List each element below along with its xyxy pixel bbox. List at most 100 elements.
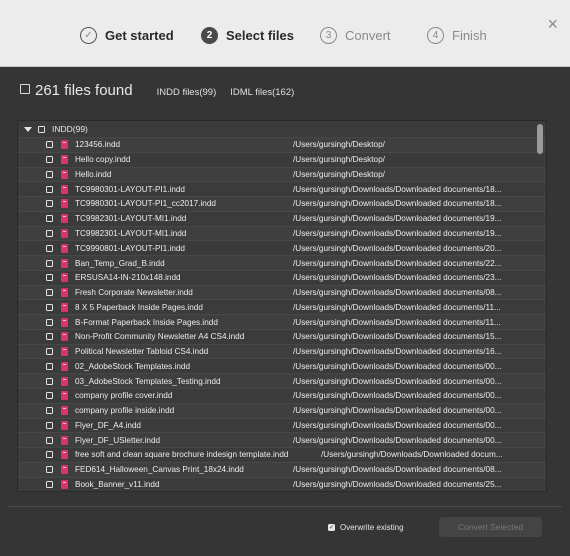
file-row[interactable]: free soft and clean square brochure inde… bbox=[18, 447, 546, 462]
file-row[interactable]: ERSUSA14-IN-210x148.indd/Users/gursingh/… bbox=[18, 269, 546, 285]
wizard-steps: ✓ Get started 2 Select files 3 Convert 4… bbox=[0, 0, 570, 67]
filter-idml-files[interactable]: IDML files(162) bbox=[230, 87, 294, 98]
indd-file-icon bbox=[61, 406, 68, 416]
file-row[interactable]: Ban_Temp_Grad_B.indd/Users/gursingh/Down… bbox=[18, 255, 546, 270]
file-checkbox[interactable] bbox=[46, 274, 53, 282]
step-number-icon: 2 bbox=[201, 26, 218, 44]
file-name: Flyer_DF_A4.indd bbox=[75, 420, 141, 430]
checkbox-checked-icon[interactable]: ✓ bbox=[328, 524, 335, 531]
indd-file-icon bbox=[61, 347, 68, 357]
convert-selected-button[interactable]: Convert Selected bbox=[439, 517, 542, 537]
step-convert: 3 Convert bbox=[320, 24, 391, 46]
file-row[interactable]: TC9982301-LAYOUT-MI1.indd/Users/gursingh… bbox=[18, 225, 546, 241]
file-path: /Users/gursingh/Downloads/Downloaded doc… bbox=[293, 361, 502, 371]
caret-down-icon[interactable] bbox=[24, 126, 32, 132]
file-checkbox[interactable] bbox=[46, 333, 53, 341]
file-row[interactable]: Hello.indd/Users/gursingh/Desktop/ bbox=[18, 166, 546, 182]
file-checkbox[interactable] bbox=[46, 200, 53, 208]
file-row[interactable]: Flyer_DF_USletter.indd/Users/gursingh/Do… bbox=[18, 432, 546, 448]
file-checkbox[interactable] bbox=[46, 229, 53, 237]
step-select-files: 2 Select files bbox=[201, 24, 294, 46]
indd-file-icon bbox=[61, 302, 68, 312]
file-checkbox[interactable] bbox=[46, 451, 53, 459]
indd-file-icon bbox=[61, 479, 68, 489]
file-row[interactable]: 03_AdobeStock Templates_Testing.indd/Use… bbox=[18, 373, 546, 389]
file-path: /Users/gursingh/Desktop/ bbox=[293, 155, 385, 165]
file-checkbox[interactable] bbox=[46, 303, 53, 311]
file-row[interactable]: 8 X 5 Paperback Inside Pages.indd/Users/… bbox=[18, 299, 546, 314]
file-checkbox[interactable] bbox=[46, 466, 53, 474]
filter-indd-files[interactable]: INDD files(99) bbox=[157, 87, 217, 98]
file-checkbox[interactable] bbox=[46, 348, 53, 356]
file-name: Flyer_DF_USletter.indd bbox=[75, 435, 161, 445]
file-row[interactable]: Flyer_DF_A4.indd/Users/gursingh/Download… bbox=[18, 417, 546, 433]
file-name: B-Format Paperback Inside Pages.indd bbox=[75, 317, 218, 327]
file-path: /Users/gursingh/Downloads/Downloaded doc… bbox=[293, 435, 502, 445]
file-path: /Users/gursingh/Downloads/Downloaded doc… bbox=[293, 184, 502, 194]
file-checkbox[interactable] bbox=[46, 170, 53, 178]
file-row[interactable]: company profile cover.indd/Users/gursing… bbox=[18, 388, 546, 403]
file-path: /Users/gursingh/Downloads/Downloaded doc… bbox=[293, 391, 502, 401]
indd-file-icon bbox=[61, 435, 68, 445]
file-row[interactable]: Political Newsletter Tabloid CS4.indd/Us… bbox=[18, 343, 546, 359]
file-name: Non-Profit Community Newsletter A4 CS4.i… bbox=[75, 332, 245, 342]
close-icon[interactable]: × bbox=[547, 14, 558, 35]
file-row[interactable]: 123456.indd/Users/gursingh/Desktop/ bbox=[18, 137, 546, 152]
converter-window: ✓ Get started 2 Select files 3 Convert 4… bbox=[0, 0, 570, 556]
file-row[interactable]: FED614_Halloween_Canvas Print_18x24.indd… bbox=[18, 461, 546, 477]
indd-file-icon bbox=[61, 376, 68, 386]
file-name: 02_AdobeStock Templates.indd bbox=[75, 361, 191, 371]
file-checkbox[interactable] bbox=[46, 289, 53, 297]
select-all-checkbox[interactable] bbox=[20, 84, 30, 94]
file-checkbox[interactable] bbox=[46, 362, 53, 370]
file-row[interactable]: B-Format Paperback Inside Pages.indd/Use… bbox=[18, 314, 546, 329]
file-rows: 123456.indd/Users/gursingh/Desktop/Hello… bbox=[18, 137, 546, 491]
file-checkbox[interactable] bbox=[46, 480, 53, 488]
group-header-indd[interactable]: INDD(99) bbox=[18, 121, 546, 137]
scrollbar-thumb[interactable] bbox=[537, 124, 543, 154]
file-checkbox[interactable] bbox=[46, 156, 53, 164]
file-row[interactable]: TC9982301-LAYOUT-MI1.indd/Users/gursingh… bbox=[18, 210, 546, 226]
file-row[interactable]: Hello copy.indd/Users/gursingh/Desktop/ bbox=[18, 151, 546, 167]
file-path: /Users/gursingh/Desktop/ bbox=[293, 140, 385, 150]
file-name: Fresh Corporate Newsletter.indd bbox=[75, 288, 193, 298]
file-name: TC9980301-LAYOUT-PI1.indd bbox=[75, 184, 185, 194]
file-checkbox[interactable] bbox=[46, 141, 53, 149]
file-row[interactable]: Fresh Corporate Newsletter.indd/Users/gu… bbox=[18, 284, 546, 300]
file-checkbox[interactable] bbox=[46, 259, 53, 267]
indd-file-icon bbox=[61, 288, 68, 298]
file-path: /Users/gursingh/Desktop/ bbox=[293, 169, 385, 179]
file-checkbox[interactable] bbox=[46, 421, 53, 429]
file-path: /Users/gursingh/Downloads/Downloaded doc… bbox=[293, 317, 501, 327]
file-checkbox[interactable] bbox=[46, 318, 53, 326]
file-checkbox[interactable] bbox=[46, 215, 53, 223]
file-path: /Users/gursingh/Downloads/Downloaded doc… bbox=[293, 199, 502, 209]
step-get-started: ✓ Get started bbox=[80, 24, 174, 46]
file-path: /Users/gursingh/Downloads/Downloaded doc… bbox=[321, 450, 503, 460]
file-path: /Users/gursingh/Downloads/Downloaded doc… bbox=[293, 273, 502, 283]
file-row[interactable]: TC9980301-LAYOUT-PI1_cc2017.indd/Users/g… bbox=[18, 196, 546, 211]
file-checkbox[interactable] bbox=[46, 436, 53, 444]
file-checkbox[interactable] bbox=[46, 392, 53, 400]
overwrite-existing-option[interactable]: ✓ Overwrite existing bbox=[328, 523, 404, 532]
file-checkbox[interactable] bbox=[46, 244, 53, 252]
indd-file-icon bbox=[61, 332, 68, 342]
group-checkbox[interactable] bbox=[38, 125, 45, 133]
file-row[interactable]: Book_Banner_v11.indd/Users/gursingh/Down… bbox=[18, 476, 546, 491]
file-name: Political Newsletter Tabloid CS4.indd bbox=[75, 347, 209, 357]
footer-divider bbox=[8, 506, 562, 507]
step-label: Finish bbox=[452, 27, 487, 43]
file-checkbox[interactable] bbox=[46, 377, 53, 385]
file-path: /Users/gursingh/Downloads/Downloaded doc… bbox=[293, 465, 502, 475]
file-row[interactable]: 02_AdobeStock Templates.indd/Users/gursi… bbox=[18, 358, 546, 373]
indd-file-icon bbox=[61, 140, 68, 150]
file-checkbox[interactable] bbox=[46, 185, 53, 193]
file-row[interactable]: TC9980301-LAYOUT-PI1.indd/Users/gursingh… bbox=[18, 181, 546, 196]
file-path: /Users/gursingh/Downloads/Downloaded doc… bbox=[293, 243, 502, 253]
file-row[interactable]: company profile inside.indd/Users/gursin… bbox=[18, 402, 546, 418]
file-name: FED614_Halloween_Canvas Print_18x24.indd bbox=[75, 465, 244, 475]
file-row[interactable]: Non-Profit Community Newsletter A4 CS4.i… bbox=[18, 328, 546, 344]
file-row[interactable]: TC9990801-LAYOUT-PI1.indd/Users/gursingh… bbox=[18, 240, 546, 255]
file-name: Book_Banner_v11.indd bbox=[75, 479, 160, 489]
file-checkbox[interactable] bbox=[46, 407, 53, 415]
